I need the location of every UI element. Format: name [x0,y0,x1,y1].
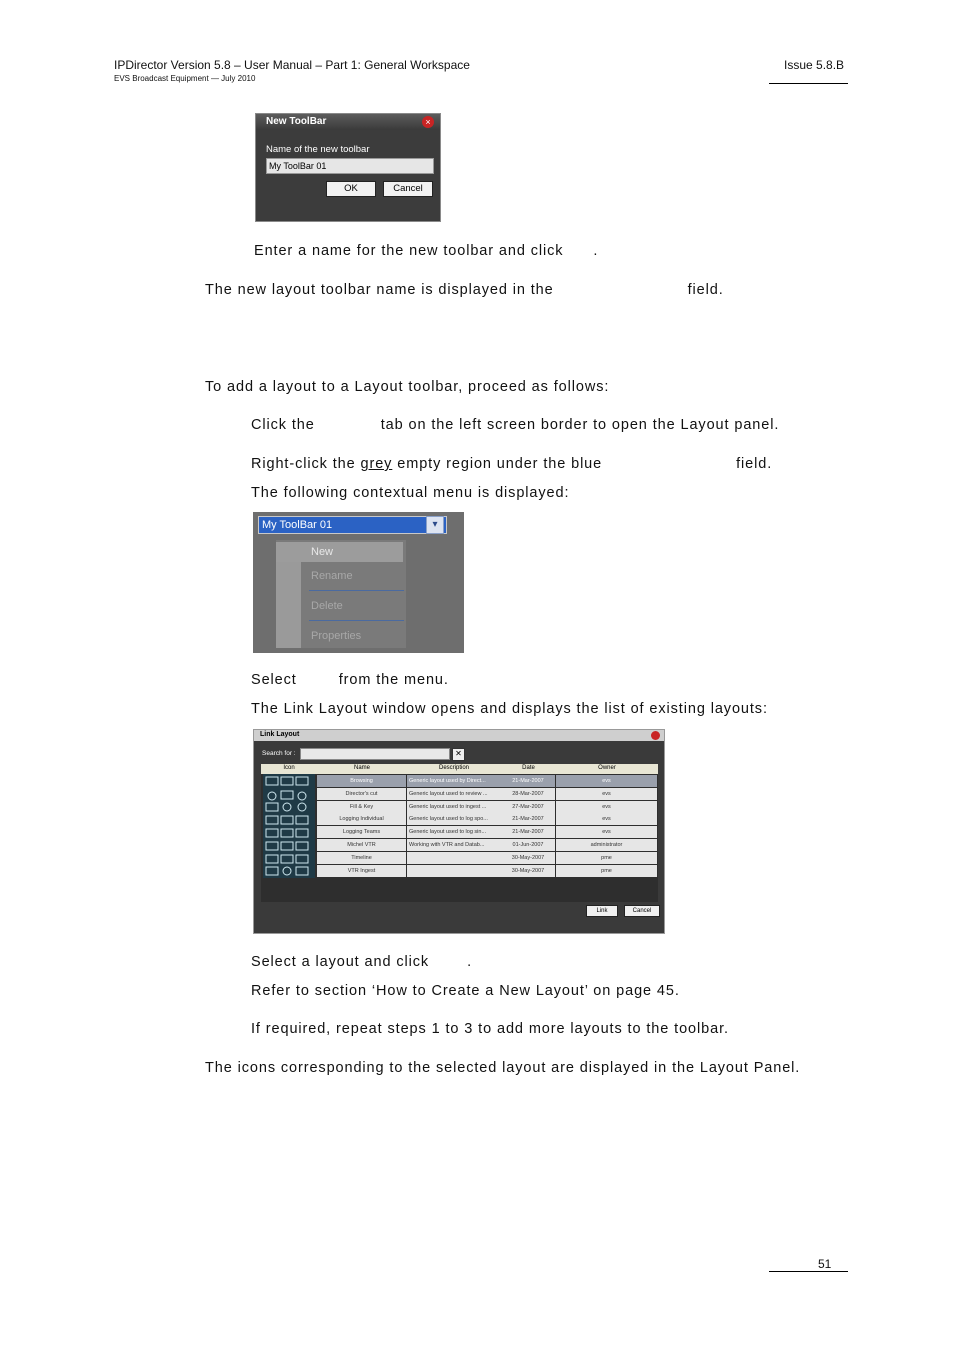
step-4-reference: Refer to section ‘How to Create a New La… [251,983,680,999]
header-subtitle: EVS Broadcast Equipment — July 2010 [114,74,256,83]
column-header-owner: Owner [598,765,616,771]
menu-gutter [276,562,301,648]
menu-item-delete[interactable]: Delete [311,600,343,612]
table-row[interactable]: Michel VTR Working with VTR and Datab... 0… [261,839,658,851]
chevron-down-icon[interactable]: ▾ [426,516,444,534]
table-cell-description: Generic layout used to review ... [407,787,502,800]
table-row[interactable]: Fill & Key Generic layout used to ingest … [261,800,658,813]
header-issue: Issue 5.8.B [784,58,845,72]
dialog-title: New ToolBar [266,116,327,127]
table-row[interactable]: Logging Individual Generic layout used to… [261,813,658,826]
table-cell-owner: pme [556,864,657,877]
step-enter-name: Enter a name for the new toolbar and cli… [254,243,599,259]
step-5: If required, repeat steps 1 to 3 to add … [251,1021,729,1037]
step-4: Select a layout and click. [251,954,472,970]
table-cell-date: 30-May-2007 [501,864,555,877]
table-row[interactable]: Logging Teams Generic layout used to log … [261,826,658,839]
result-name-text: The new layout toolbar name is displayed… [205,282,724,298]
toolbar-name-input[interactable]: My ToolBar 01 [266,158,434,174]
table-cell-description: Generic layout used to log spo... [407,813,502,826]
table-cell-owner: administrator [556,839,657,851]
link-button[interactable]: Link [586,905,618,917]
menu-separator [309,620,404,621]
table-cell-description: Generic layout used to ingest ... [407,800,502,813]
table-cell-owner: pme [556,851,657,864]
cancel-button[interactable]: Cancel [624,905,660,917]
table-cell-owner: evs [556,787,657,800]
table-cell-name: VTR Ingest [317,864,406,877]
menu-separator [309,590,404,591]
close-icon[interactable]: × [422,116,434,128]
table-cell-date: 21-Mar-2007 [501,826,555,839]
table-header: Icon Name Description Date Owner [261,764,658,774]
table-row[interactable]: VTR Ingest 30-May-2007 pme [261,864,658,877]
table-row[interactable]: Timeline 30-May-2007 pme [261,851,658,864]
new-toolbar-dialog: New ToolBar × Name of the new toolbar My… [255,113,441,222]
close-icon[interactable] [651,731,660,740]
step-3: Select from the menu. [251,672,449,688]
ok-button[interactable]: OK [326,181,376,197]
column-header-date: Date [522,765,535,771]
table-cell-date: 27-Mar-2007 [501,800,555,813]
table-cell-description [407,864,502,877]
table-cell-name: Michel VTR [317,839,406,851]
clear-search-icon[interactable]: ✕ [452,748,465,761]
column-header-icon: Icon [283,765,295,771]
link-layout-window: Link Layout Search for : ✕ Icon Name Des… [253,729,665,934]
search-label: Search for : [262,750,296,757]
table-cell-name: Logging Individual [317,813,406,826]
table-cell-date: 30-May-2007 [501,851,555,864]
table-cell-date: 21-Mar-2007 [501,775,555,787]
table-cell-owner: evs [556,775,657,787]
menu-item-properties[interactable]: Properties [311,630,361,642]
table-cell-owner: evs [556,813,657,826]
context-menu: New Rename Delete Properties [276,540,406,648]
search-input[interactable] [300,748,450,760]
link-layout-titlebar: Link Layout [254,730,664,741]
table-cell-name: Timeline [317,851,406,864]
table-cell-description: Generic layout used by Direct... [407,775,502,787]
page-number: 51 [818,1257,832,1271]
table-cell-date: 21-Mar-2007 [501,813,555,826]
table-row[interactable]: Director's cut Generic layout used to rev… [261,787,658,800]
table-cell-description: Generic layout used to log sin... [407,826,502,839]
header-title: IPDirector Version 5.8 – User Manual – P… [114,58,470,72]
table-cell-name: Browsing [317,775,406,787]
cancel-button[interactable]: Cancel [383,181,433,197]
table-cell-name: Fill & Key [317,800,406,813]
step-3-result: The Link Layout window opens and display… [251,701,768,717]
step-2-result: The following contextual menu is display… [251,485,570,501]
table-row[interactable]: Browsing Generic layout used by Direct...… [261,775,658,787]
table-cell-owner: evs [556,826,657,839]
toolbar-name-label: Name of the new toolbar [266,144,370,155]
layout-icons [265,776,309,876]
table-cell-date: 28-Mar-2007 [501,787,555,800]
intro-text: To add a layout to a Layout toolbar, pro… [205,379,610,395]
table-cell-name: Logging Teams [317,826,406,839]
table-cell-description: Working with VTR and Datab... [407,839,502,851]
step-2: Right-click the grey empty region under … [251,456,773,472]
layout-icons-column [263,774,315,878]
table-cell-date: 01-Jun-2007 [501,839,555,851]
menu-item-new[interactable]: New [276,542,403,562]
table-cell-description [407,851,502,864]
menu-item-rename[interactable]: Rename [311,570,353,582]
table-cell-owner: evs [556,800,657,813]
layouts-table: Icon Name Description Date Owner Browsin… [261,764,658,902]
column-header-description: Description [438,765,469,771]
final-result-text: The icons corresponding to the selected … [205,1060,801,1076]
header-rule [769,83,848,84]
dialog-titlebar: New ToolBar × [256,114,440,130]
toolbar-combo[interactable]: My ToolBar 01 [258,516,447,534]
link-layout-title: Link Layout [260,731,300,738]
step-1: Click the tab on the left screen border t… [251,417,780,433]
footer-rule [769,1271,848,1272]
context-menu-screenshot: My ToolBar 01 ▾ New Rename Delete Proper… [253,512,464,653]
column-header-name: Name [353,765,370,771]
table-cell-name: Director's cut [317,787,406,800]
